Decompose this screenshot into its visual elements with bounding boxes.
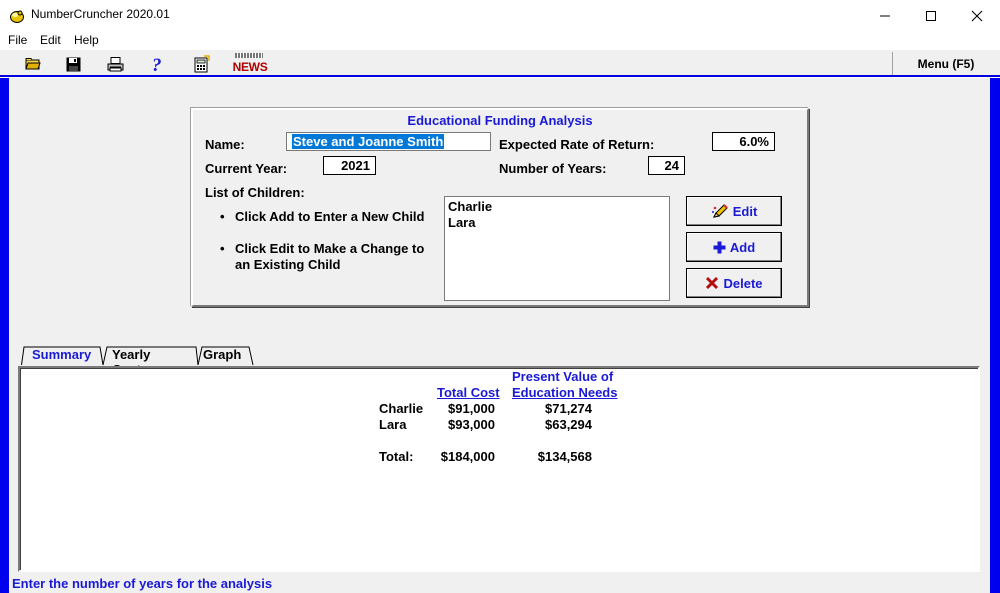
menu-edit[interactable]: Edit	[40, 33, 61, 47]
delete-button-label: Delete	[723, 275, 763, 291]
children-listbox[interactable]: Charlie Lara	[444, 196, 670, 301]
list-item[interactable]: Charlie	[448, 199, 492, 214]
name-label: Name:	[205, 137, 245, 152]
menu-file[interactable]: File	[8, 33, 27, 47]
list-item[interactable]: Lara	[448, 215, 475, 230]
row-total: $91,000	[448, 401, 495, 416]
pencil-icon	[711, 204, 728, 218]
funding-analysis-panel: Educational Funding Analysis Name: Steve…	[191, 108, 809, 307]
left-border	[0, 78, 9, 576]
status-bar: Enter the number of years for the analys…	[9, 576, 990, 593]
row-total: $93,000	[448, 417, 495, 432]
total-cost-value: $184,000	[440, 449, 495, 464]
minimize-button[interactable]	[862, 0, 908, 31]
calculator-icon	[194, 55, 210, 73]
plus-icon	[713, 241, 726, 253]
window-title: NumberCruncher 2020.01	[31, 7, 170, 21]
svg-text:?: ?	[152, 55, 162, 73]
menu-bar: File Edit Help	[0, 31, 1000, 50]
main-area: Educational Funding Analysis Name: Steve…	[0, 78, 1000, 593]
save-button[interactable]	[61, 53, 85, 75]
total-cost-header: Total Cost	[437, 385, 500, 400]
left-border-bottom	[0, 576, 9, 593]
news-button[interactable]: NEWS	[232, 53, 268, 75]
add-button[interactable]: Add	[686, 232, 782, 262]
children-list-label: List of Children:	[205, 185, 305, 200]
menu-help[interactable]: Help	[74, 33, 99, 47]
maximize-button[interactable]	[908, 0, 954, 31]
name-input[interactable]: Steve and Joanne Smith	[286, 132, 491, 151]
edit-button-label: Edit	[732, 203, 758, 219]
right-border	[990, 78, 1000, 576]
instruction-edit-line2: an Existing Child	[235, 257, 341, 272]
current-year-label: Current Year:	[205, 161, 288, 176]
pv-header-line2: Education Needs	[512, 385, 618, 400]
rate-input[interactable]: 6.0%	[712, 132, 775, 151]
instruction-add: Click Add to Enter a New Child	[235, 209, 425, 224]
open-folder-icon	[25, 58, 41, 70]
edit-button[interactable]: Edit	[686, 196, 782, 226]
toolbar: ? NEWS Menu (F5)	[0, 50, 1000, 77]
save-icon	[66, 57, 80, 71]
news-icon	[235, 53, 263, 58]
status-text: Enter the number of years for the analys…	[12, 576, 273, 591]
close-button[interactable]	[954, 0, 1000, 31]
name-value: Steve and Joanne Smith	[292, 134, 445, 149]
total-label: Total:	[379, 449, 414, 464]
instruction-edit-line1: Click Edit to Make a Change to	[235, 241, 425, 256]
open-button[interactable]	[21, 53, 45, 75]
print-icon	[107, 56, 123, 71]
number-of-years-input[interactable]: 24	[648, 156, 685, 175]
number-of-years-label: Number of Years:	[499, 161, 607, 176]
close-icon	[971, 10, 983, 21]
news-label: NEWS	[232, 60, 268, 74]
row-name: Lara	[379, 417, 407, 432]
panel-title: Educational Funding Analysis	[407, 113, 593, 128]
bullet: •	[220, 209, 225, 224]
add-button-label: Add	[729, 239, 756, 255]
right-border-bottom	[990, 576, 1000, 593]
calculator-button[interactable]	[190, 53, 214, 75]
row-pv: $63,294	[545, 417, 592, 432]
title-bar: NumberCruncher 2020.01	[0, 0, 1000, 31]
bullet: •	[220, 241, 225, 256]
summary-panel: Present Value of Total Cost Education Ne…	[18, 366, 980, 572]
rate-label: Expected Rate of Return:	[499, 137, 655, 152]
current-year-input[interactable]: 2021	[323, 156, 376, 175]
help-icon: ?	[152, 55, 162, 73]
minimize-icon	[880, 15, 890, 16]
tab-graph[interactable]: Graph	[203, 346, 241, 365]
tab-summary[interactable]: Summary	[32, 346, 91, 365]
tab-yearly-cost[interactable]: Yearly Cost	[112, 346, 150, 377]
row-name: Charlie	[379, 401, 424, 416]
print-button[interactable]	[103, 53, 127, 75]
delete-x-icon	[706, 276, 719, 290]
app-icon	[10, 10, 24, 23]
row-pv: $71,274	[545, 401, 592, 416]
pv-header-line1: Present Value of	[512, 369, 614, 384]
content-area: Educational Funding Analysis Name: Steve…	[9, 78, 990, 576]
delete-button[interactable]: Delete	[686, 268, 782, 298]
menu-f5-button[interactable]: Menu (F5)	[892, 50, 1000, 77]
maximize-icon	[926, 10, 936, 21]
help-button[interactable]: ?	[146, 53, 170, 75]
total-pv-value: $134,568	[537, 449, 592, 464]
